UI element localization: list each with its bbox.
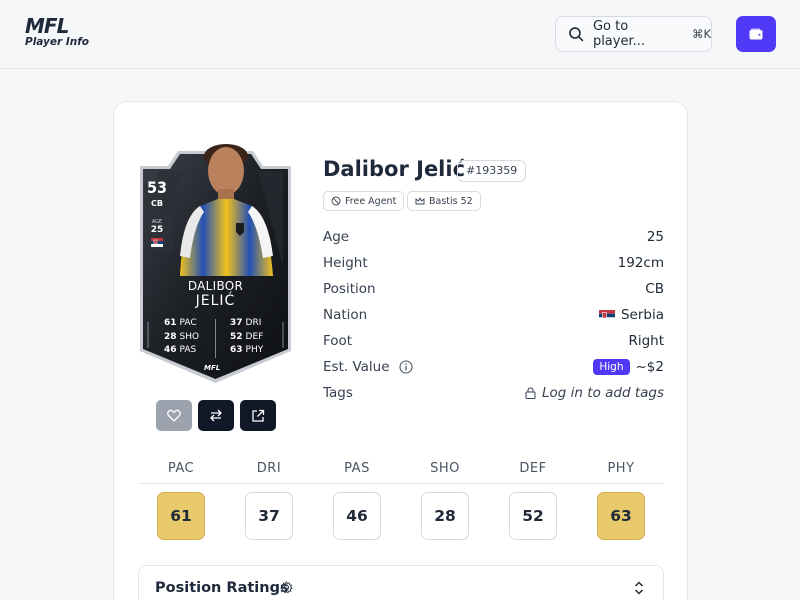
position-ratings-accordion[interactable]: Position Ratings (138, 565, 664, 600)
attribute-value-phy: 63 (597, 492, 645, 540)
info-row-est-value: Est. Value High ~$2 (323, 354, 664, 380)
card-position: CB (151, 199, 163, 208)
info-label: Nation (323, 307, 368, 323)
attribute-values: 61 37 46 28 52 63 (138, 492, 664, 540)
logo[interactable]: MFL Player Info (25, 14, 90, 48)
attribute-header: DRI (256, 461, 282, 476)
info-label: Foot (323, 333, 353, 349)
card-age: 25 (150, 225, 164, 235)
info-value: 192cm (617, 255, 664, 271)
card-stats-left: 61 PAC 28 SHO 46 PAS (164, 317, 199, 358)
chip-label: Bastis 52 (429, 195, 473, 207)
transfer-button[interactable] (198, 400, 234, 431)
chip-label: Free Agent (345, 195, 397, 207)
info-row-tags: Tags Log in to add tags (323, 380, 664, 406)
wallet-button[interactable] (736, 16, 776, 52)
info-value: CB (645, 281, 664, 297)
info-label: Est. Value (323, 359, 390, 375)
attribute-value-pas: 46 (333, 492, 381, 540)
info-circle-icon[interactable] (399, 360, 413, 374)
serbia-flag-icon (151, 238, 163, 247)
attribute-value-sho: 28 (421, 492, 469, 540)
search-button[interactable]: Go to player... ⌘K (555, 16, 712, 52)
info-value-est: High ~$2 (593, 359, 664, 375)
tags-login-text: Log in to add tags (542, 385, 664, 401)
info-value: Right (628, 333, 664, 349)
favorite-button[interactable] (156, 400, 192, 431)
card-actions (156, 400, 276, 431)
info-row-position: Position CB (323, 276, 664, 302)
attribute-header: SHO (430, 461, 460, 476)
player-id: #193359 (457, 160, 527, 182)
no-contract-icon (331, 196, 341, 206)
est-value: ~$2 (635, 359, 665, 375)
info-row-nation: Nation Serbia (323, 302, 664, 328)
player-panel: 53 CB AGE 25 DALIBOR JELIĆ 61 PAC 28 SHO 4… (113, 101, 688, 600)
info-value: 25 (646, 229, 664, 245)
card-frame (140, 144, 291, 383)
card-stat: 52 DEF (230, 331, 264, 342)
attribute-value-dri: 37 (245, 492, 293, 540)
top-bar: MFL Player Info Go to player... ⌘K (0, 0, 800, 69)
chip-owner[interactable]: Bastis 52 (407, 191, 481, 211)
lock-icon (525, 387, 536, 399)
gear-icon[interactable] (280, 581, 293, 594)
card-stat: 61 PAC (164, 318, 197, 328)
card-stat: 63 PHY (230, 345, 264, 355)
card-last-name: JELIĆ (195, 293, 236, 309)
info-row-foot: Foot Right (323, 328, 664, 354)
info-label: Tags (323, 385, 353, 401)
crown-icon (415, 196, 425, 205)
info-label: Position (323, 281, 376, 297)
card-stat: 28 SHO (164, 331, 200, 342)
chip-free-agent[interactable]: Free Agent (323, 191, 405, 211)
attributes-section: PAC DRI PAS SHO DEF PHY 61 37 46 28 52 6… (138, 454, 664, 540)
attribute-header: PAS (344, 461, 370, 476)
serbia-flag-icon (598, 309, 615, 321)
search-shortcut: ⌘K (691, 27, 711, 41)
heart-icon (167, 409, 181, 422)
nation-name: Serbia (620, 307, 664, 323)
logo-subtitle: Player Info (25, 36, 90, 48)
info-label: Age (323, 229, 350, 245)
info-row-age: Age 25 (323, 224, 664, 250)
tags-login-link[interactable]: Log in to add tags (525, 385, 664, 401)
chevron-up-down-icon (634, 581, 644, 595)
attribute-value-pac: 61 (157, 492, 205, 540)
card-stats-right: 37 DRI 52 DEF 63 PHY (230, 317, 263, 358)
card-stat: 37 DRI (230, 318, 262, 328)
card-stat: 46 PAS (164, 345, 197, 355)
card-overall: 53 (146, 178, 168, 197)
info-value-nation: Serbia (598, 307, 664, 323)
external-link-button[interactable] (240, 400, 276, 431)
info-label-wrap: Est. Value (323, 359, 413, 375)
attribute-headers: PAC DRI PAS SHO DEF PHY (138, 454, 664, 484)
attribute-value-def: 52 (509, 492, 557, 540)
card-brand: MFL (204, 364, 221, 372)
swap-arrows-icon (210, 409, 222, 422)
attribute-header: PHY (607, 461, 635, 476)
position-ratings-title: Position Ratings (155, 580, 289, 596)
value-badge: High (593, 359, 630, 375)
attribute-header: DEF (519, 461, 547, 476)
logo-mark: MFL (25, 14, 69, 38)
search-label: Go to player... (592, 19, 646, 49)
search-icon (569, 27, 584, 42)
external-link-icon (252, 409, 265, 422)
player-name: Dalibor Jelić (323, 157, 466, 181)
wallet-icon (749, 28, 763, 40)
attribute-header: PAC (167, 461, 195, 476)
card-first-name: DALIBOR (187, 279, 244, 293)
info-row-height: Height 192cm (323, 250, 664, 276)
info-label: Height (323, 255, 368, 271)
player-card: 53 CB AGE 25 DALIBOR JELIĆ 61 PAC 28 SHO 4… (138, 126, 293, 384)
